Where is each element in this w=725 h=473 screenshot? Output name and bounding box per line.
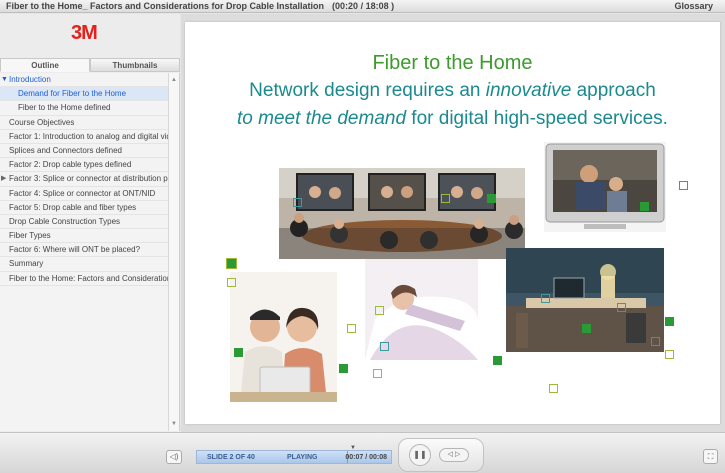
decor-square [234, 348, 243, 357]
outline-item-label: Factor 2: Drop cable types defined [9, 160, 132, 170]
expanded-arrow-icon[interactable]: ▼ [1, 73, 8, 86]
outline-panel: ▼ Introduction Demand for Fiber to the Hom… [0, 73, 180, 431]
outline-item-label: Introduction [9, 75, 51, 84]
outline-item-label: Summary [9, 259, 44, 269]
decor-square [651, 337, 660, 346]
playback-time: 00:07 / 00:08 [345, 454, 387, 461]
decor-square [373, 369, 382, 378]
collapsed-arrow-icon[interactable]: ▶ [1, 172, 6, 185]
slide-counter: SLIDE 2 OF 40 [207, 454, 255, 461]
decor-square [541, 294, 550, 303]
course-title: Fiber to the Home_ Factors and Considera… [6, 1, 395, 11]
decor-square [226, 258, 237, 269]
outline-item[interactable]: Fiber Types [0, 229, 168, 244]
sidebar-tabs: Outline Thumbnails [0, 58, 180, 72]
decor-square [339, 364, 348, 373]
slide-title: Fiber to the Home [372, 52, 533, 74]
outline-item[interactable]: Factor 4: Splice or connector at ONT/NID [0, 187, 168, 201]
conference-room-photo [279, 168, 525, 259]
outline-item[interactable]: Factor 5: Drop cable and fiber types [0, 201, 168, 215]
outline-item-label: Factor 1: Introduction to analog and dig… [9, 131, 168, 141]
outline-item-label: Fiber to the Home defined [18, 103, 111, 113]
fullscreen-button[interactable]: ⛶ [703, 449, 718, 464]
decor-square [347, 324, 356, 333]
outline-item[interactable]: Fiber to the Home defined [0, 101, 168, 116]
decor-square [227, 278, 236, 287]
decor-square [493, 356, 502, 365]
outline-item-label: Demand for Fiber to the Home [18, 89, 127, 99]
television-photo [544, 142, 666, 232]
scroll-down-icon[interactable]: ▼ [169, 419, 179, 429]
outline-item[interactable]: Drop Cable Construction Types [0, 215, 168, 230]
slide-canvas: Fiber to the Home Network design require… [185, 22, 720, 424]
player-bar: ◁) SLIDE 2 OF 40 PLAYING ▼ 00:07 / 00:08… [0, 432, 725, 473]
decor-square [582, 324, 591, 333]
outline-item[interactable]: Splices and Connectors defined [0, 144, 168, 159]
outline-item-label: Drop Cable Construction Types [9, 216, 121, 226]
pause-icon: ❚❚ [413, 450, 427, 459]
playback-controls: ❚❚ ◁ ▷ [398, 438, 484, 472]
decor-square [487, 194, 496, 203]
outline-item[interactable]: ▼ Introduction [0, 73, 168, 88]
fullscreen-icon: ⛶ [707, 452, 714, 461]
scroll-up-icon[interactable]: ▲ [169, 75, 179, 85]
outline-item-label: Fiber Types [9, 231, 51, 241]
glossary-button[interactable]: Glossary [674, 1, 713, 11]
outline-item[interactable]: Factor 1: Introduction to analog and dig… [0, 130, 168, 144]
prev-next-buttons[interactable]: ◁ ▷ [439, 448, 469, 462]
outline-item-label: Course Objectives [9, 117, 75, 127]
outline-item-label: Fiber to the Home: Factors and Considera… [9, 273, 168, 283]
speaker-icon: ◁) [169, 452, 179, 461]
playback-status: PLAYING [287, 454, 318, 461]
decor-square [679, 181, 688, 190]
progress-marker-icon[interactable]: ▼ [350, 445, 356, 451]
decor-square [665, 317, 674, 326]
slide-subtitle-line1: Network design requires an innovative ap… [249, 80, 656, 101]
logo-area: 3M [0, 14, 180, 56]
home-office-photo [506, 248, 664, 352]
decor-square [441, 194, 450, 203]
decor-square [375, 306, 384, 315]
decor-square [549, 384, 558, 393]
decor-square [617, 303, 626, 312]
couple-laptop-photo [230, 272, 337, 402]
volume-button[interactable]: ◁) [166, 450, 182, 464]
outline-item-label: Factor 3: Splice or connector at distrib… [9, 174, 168, 184]
outline-item[interactable]: Course Objectives [0, 116, 168, 130]
pause-button[interactable]: ❚❚ [409, 444, 431, 466]
decor-square [640, 202, 649, 211]
outline-item[interactable]: Demand for Fiber to the Home [0, 87, 168, 102]
course-time: (00:20 / 18:08 ) [332, 1, 395, 11]
outline-item[interactable]: Factor 6: Where will ONT be placed? [0, 243, 168, 258]
company-logo: 3M [71, 22, 98, 44]
outline-scrollbar[interactable]: ▲ ▼ [168, 73, 179, 431]
slide-subtitle-line2: to meet the demand for digital high-spee… [237, 108, 668, 129]
outline-item-label: Factor 4: Splice or connector at ONT/NID [9, 188, 156, 198]
outline-item-label: Splices and Connectors defined [9, 145, 122, 155]
decor-square [665, 350, 674, 359]
sidebar: 3M Outline Thumbnails ▼ Introduction Deman… [0, 14, 180, 432]
tab-thumbnails[interactable]: Thumbnails [90, 58, 180, 72]
tab-outline[interactable]: Outline [0, 58, 90, 72]
outline-item[interactable]: Fiber to the Home: Factors and Considera… [0, 272, 168, 286]
outline-list: ▼ Introduction Demand for Fiber to the Hom… [0, 73, 168, 286]
slide-frame: Fiber to the Home Network design require… [181, 14, 725, 432]
outline-item-label: Factor 5: Drop cable and fiber types [9, 202, 137, 212]
decor-square [380, 342, 389, 351]
decor-square [293, 198, 302, 207]
outline-item[interactable]: Factor 2: Drop cable types defined [0, 158, 168, 173]
prev-next-icon: ◁ ▷ [447, 451, 461, 458]
outline-item[interactable]: Summary [0, 257, 168, 272]
progress-bar[interactable]: SLIDE 2 OF 40 PLAYING ▼ 00:07 / 00:08 [196, 445, 392, 464]
outline-item[interactable]: ▶ Factor 3: Splice or connector at distri… [0, 172, 168, 187]
title-bar: Fiber to the Home_ Factors and Considera… [0, 0, 725, 13]
outline-item-label: Factor 6: Where will ONT be placed? [9, 245, 141, 255]
